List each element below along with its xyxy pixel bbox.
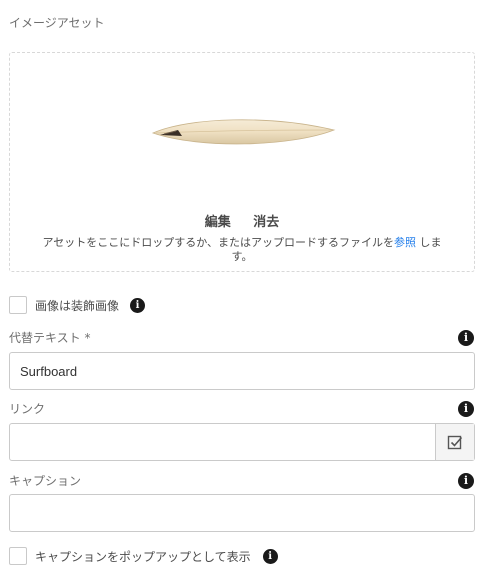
caption-input[interactable] xyxy=(9,494,475,532)
link-label: リンク xyxy=(9,402,46,416)
section-title: イメージアセット xyxy=(9,16,105,30)
caption-label: キャプション xyxy=(9,474,82,488)
decorative-label: 画像は装飾画像 xyxy=(35,298,120,313)
asset-thumbnail[interactable] xyxy=(150,111,336,153)
info-icon[interactable]: i xyxy=(130,297,146,313)
decorative-row: 画像は装飾画像 i xyxy=(9,296,146,314)
asset-dropzone[interactable]: 編集 消去 アセットをここにドロップするか、またはアップロードするファイルを参照… xyxy=(9,52,475,272)
decorative-checkbox[interactable] xyxy=(9,296,27,314)
caption-popup-checkbox[interactable] xyxy=(9,547,27,565)
drop-hint: アセットをここにドロップするか、またはアップロードするファイルを参照 します。 xyxy=(40,236,444,264)
link-field xyxy=(9,423,475,461)
info-icon[interactable]: i xyxy=(458,330,474,346)
info-icon[interactable]: i xyxy=(458,401,474,417)
caption-popup-label: キャプションをポップアップとして表示 xyxy=(35,549,251,564)
clear-button[interactable]: 消去 xyxy=(253,215,279,230)
caption-popup-row: キャプションをポップアップとして表示 i xyxy=(9,547,278,565)
browse-link[interactable]: 参照 xyxy=(394,236,416,249)
link-input[interactable] xyxy=(10,424,435,460)
checkbox-picker-icon xyxy=(447,435,463,450)
alt-text-label: 代替テキスト * xyxy=(9,331,91,345)
alt-text-input[interactable] xyxy=(9,352,475,390)
info-icon[interactable]: i xyxy=(458,473,474,489)
link-picker-button[interactable] xyxy=(435,424,474,460)
asset-actions: 編集 消去 xyxy=(10,211,474,230)
edit-button[interactable]: 編集 xyxy=(205,215,231,230)
info-icon[interactable]: i xyxy=(262,548,278,564)
drop-hint-text: アセットをここにドロップするか、またはアップロードするファイルを xyxy=(42,236,395,249)
